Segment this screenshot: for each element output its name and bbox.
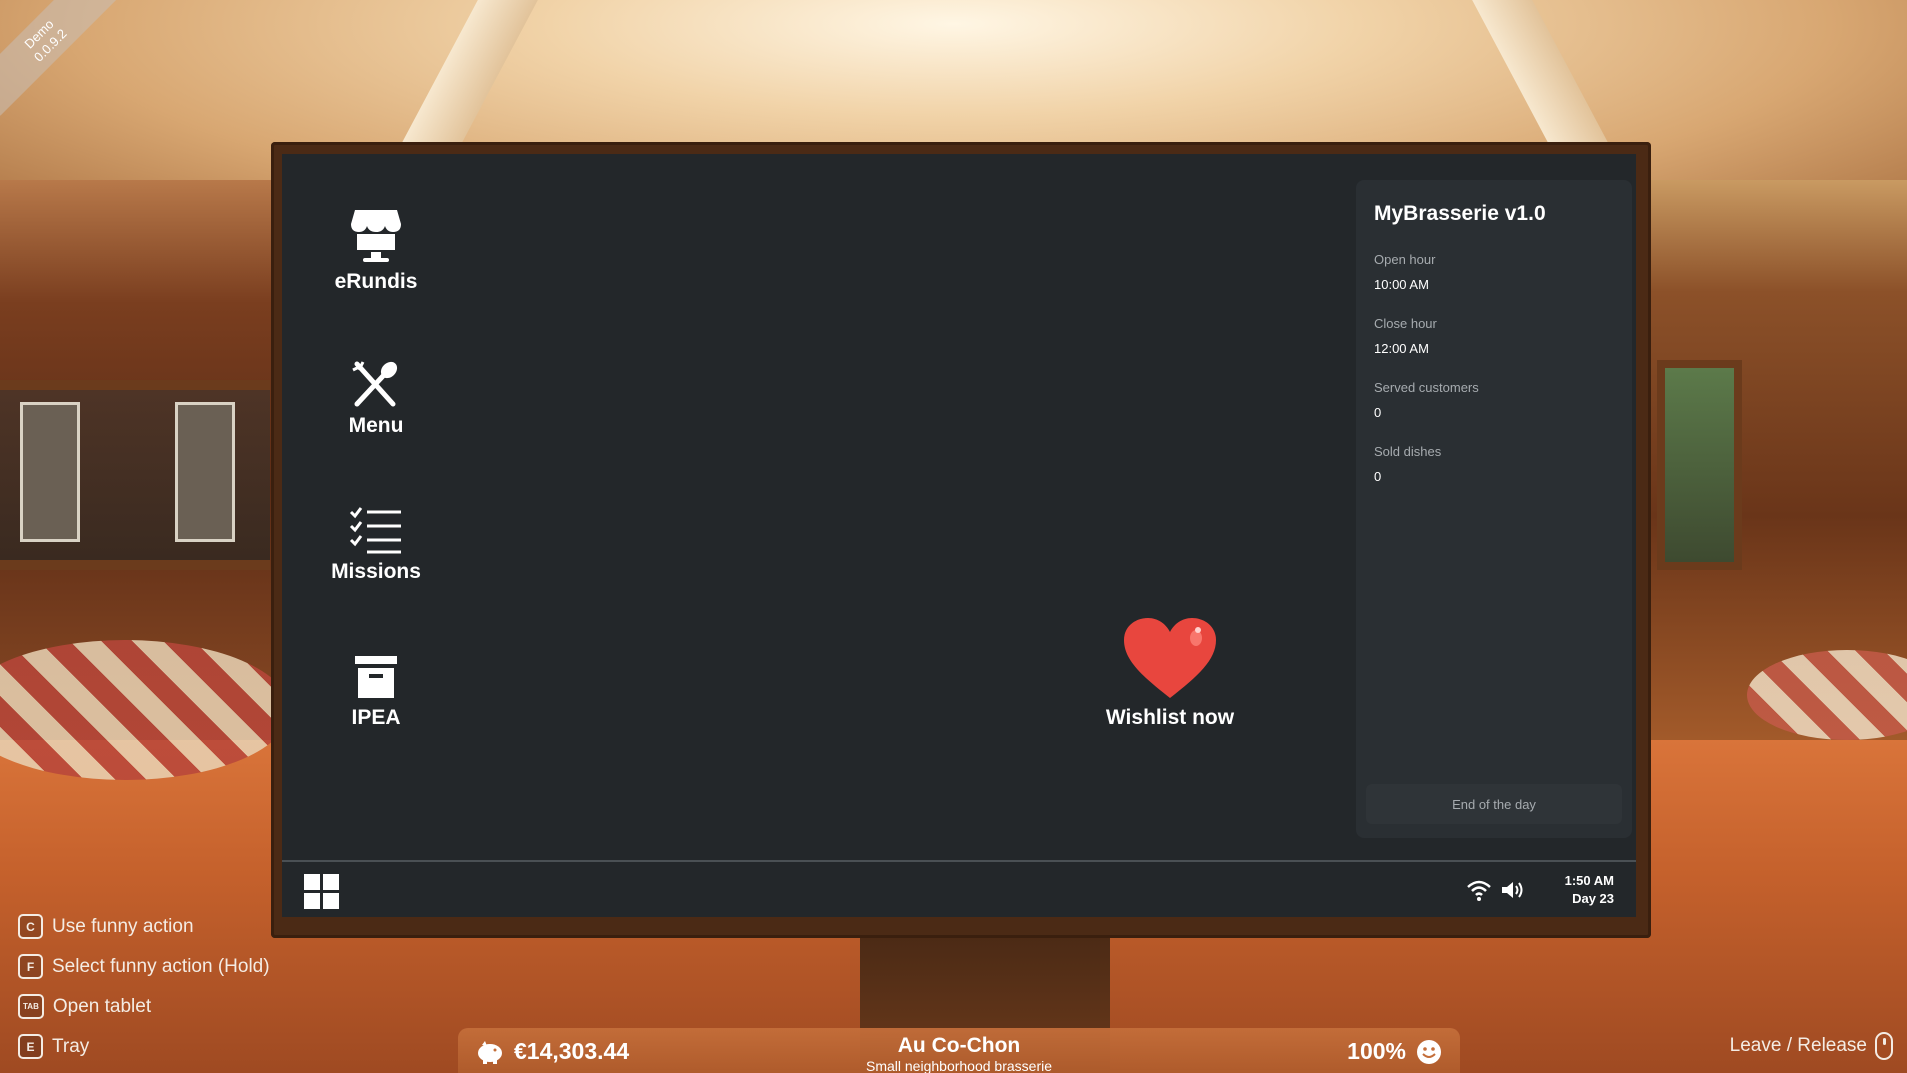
served-customers-value: 0: [1374, 405, 1382, 420]
end-of-day-button[interactable]: End of the day: [1366, 784, 1622, 824]
hint-select-funny-action: F Select funny action (Hold): [18, 954, 270, 979]
shop-icon: [351, 210, 401, 262]
archive-box-icon: [355, 656, 397, 698]
restaurant-name: Au Co-Chon: [897, 1034, 1021, 1057]
smiley-icon: [1417, 1039, 1441, 1064]
taskbar: 1:50 AM Day 23: [282, 860, 1636, 917]
hint-open-tablet-label: Open tablet: [52, 995, 152, 1017]
restaurant-subtitle: Small neighborhood brasserie: [866, 1058, 1052, 1073]
app-erundis-label: eRundis: [334, 270, 418, 293]
app-missions-label: Missions: [331, 560, 421, 583]
info-panel-title: MyBrasserie v1.0: [1374, 202, 1546, 225]
hint-funny-action: C Use funny action: [18, 914, 194, 939]
heart-icon: [1124, 618, 1216, 698]
app-menu-label: Menu: [348, 414, 404, 437]
key-tab: TAB: [18, 994, 44, 1019]
app-missions[interactable]: Missions: [316, 506, 436, 584]
windows-grid-icon[interactable]: [304, 874, 340, 910]
taskbar-clock: 1:50 AM Day 23: [1565, 872, 1614, 908]
checklist-icon: [349, 507, 401, 554]
window-right: [1657, 360, 1742, 570]
close-hour-value: 12:00 AM: [1374, 341, 1429, 356]
fork-spoon-icon: [352, 361, 398, 407]
open-hour-value: 10:00 AM: [1374, 277, 1429, 292]
wishlist-button[interactable]: Wishlist now: [1085, 616, 1255, 730]
hint-funny-action-label: Use funny action: [52, 915, 194, 937]
clock-day: Day 23: [1572, 891, 1614, 906]
hint-open-tablet: TAB Open tablet: [18, 994, 151, 1019]
hint-select-funny-action-label: Select funny action (Hold): [52, 955, 270, 977]
app-erundis[interactable]: eRundis: [316, 206, 436, 294]
sold-dishes-value: 0: [1374, 469, 1382, 484]
mouse-icon: [1875, 1032, 1893, 1060]
wishlist-label: Wishlist now: [1105, 706, 1235, 729]
hint-tray-label: Tray: [52, 1035, 90, 1057]
bottom-hud: €14,303.44 Au Co-Chon Small neighborhood…: [458, 1028, 1460, 1073]
clock-time: 1:50 AM: [1564, 873, 1614, 888]
key-c: C: [18, 914, 43, 939]
key-f: F: [18, 954, 43, 979]
wifi-icon[interactable]: [1466, 878, 1492, 902]
close-hour-label: Close hour: [1374, 316, 1437, 331]
key-e: E: [18, 1034, 43, 1059]
speaker-icon[interactable]: [1500, 878, 1526, 902]
app-ipea[interactable]: IPEA: [316, 654, 436, 730]
satisfaction-value: 100%: [1347, 1038, 1406, 1064]
sold-dishes-label: Sold dishes: [1374, 444, 1442, 459]
brasserie-info-panel: MyBrasserie v1.0 Open hour 10:00 AM Clos…: [1356, 180, 1632, 838]
window-left: [0, 380, 270, 570]
open-hour-label: Open hour: [1374, 252, 1436, 267]
satisfaction-display: 100%: [1347, 1038, 1442, 1065]
hint-leave-release: Leave / Release: [1730, 1032, 1893, 1060]
hint-tray: E Tray: [18, 1034, 89, 1059]
served-customers-label: Served customers: [1374, 380, 1479, 395]
app-menu[interactable]: Menu: [316, 360, 436, 438]
leave-release-label: Leave / Release: [1729, 1035, 1867, 1056]
app-ipea-label: IPEA: [351, 706, 401, 729]
